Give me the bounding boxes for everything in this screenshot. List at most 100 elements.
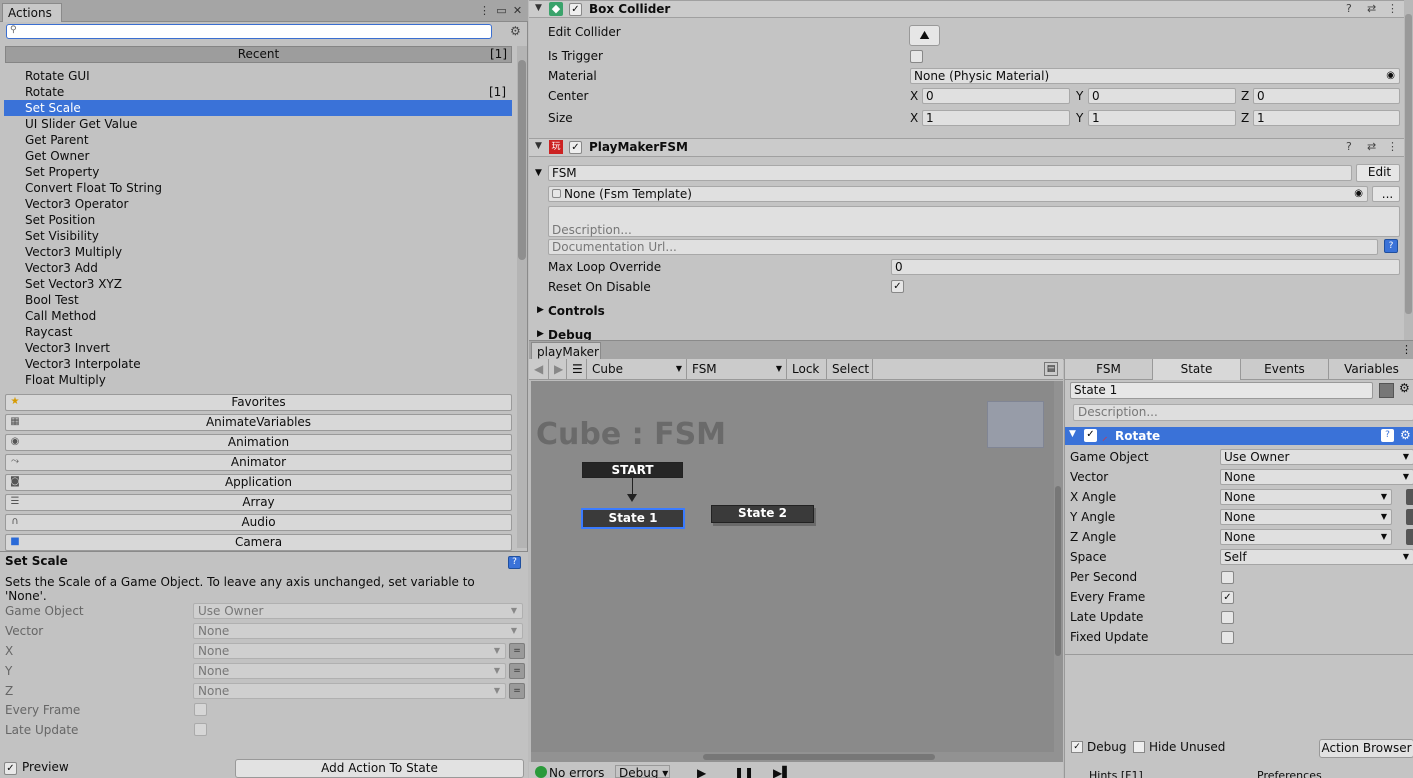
action-browser-button[interactable]: Action Browser: [1319, 739, 1413, 758]
debug-checkbox[interactable]: ✓: [1071, 741, 1083, 753]
fsm-template-field[interactable]: None (Fsm Template) ◉: [548, 186, 1368, 202]
help-icon[interactable]: ?: [1346, 2, 1352, 15]
action-list-item[interactable]: Rotate GUI: [4, 68, 512, 84]
more-vertical-icon[interactable]: ⋮: [1401, 343, 1412, 356]
more-vertical-icon[interactable]: ⋮: [1387, 140, 1398, 153]
category-recent[interactable]: Recent [1]: [5, 46, 512, 63]
action-enabled-checkbox[interactable]: ✓: [1084, 429, 1097, 442]
category-animatevariables[interactable]: ▦ AnimateVariables: [5, 414, 512, 431]
graph-horizontal-scrollbar[interactable]: [531, 752, 1063, 762]
hints-button[interactable]: Hints [F1]: [1089, 769, 1143, 778]
action-field-dropdown[interactable]: None ▼: [1220, 469, 1413, 485]
preview-checkbox[interactable]: ✓: [4, 762, 17, 775]
size-y-field[interactable]: 1: [1088, 110, 1236, 126]
category-application[interactable]: ◙ Application: [5, 474, 512, 491]
action-list-item[interactable]: Set Position: [4, 212, 512, 228]
box-collider-header[interactable]: ▼ ◆ ✓ Box Collider ? ⇄ ⋮: [529, 0, 1413, 18]
foldout-arrow-icon[interactable]: ▼: [535, 141, 542, 151]
action-list-item[interactable]: Vector3 Multiply: [4, 244, 512, 260]
action-search-input[interactable]: [23, 25, 483, 38]
reset-on-disable-checkbox[interactable]: ✓: [891, 280, 904, 293]
action-list-item[interactable]: Vector3 Invert: [4, 340, 512, 356]
action-field-dropdown[interactable]: None ▼: [1220, 529, 1392, 545]
back-icon[interactable]: ◀: [529, 359, 549, 380]
center-y-field[interactable]: 0: [1088, 88, 1236, 104]
debug-dropdown[interactable]: Debug ▾: [615, 765, 670, 778]
action-list-item[interactable]: Vector3 Add: [4, 260, 512, 276]
action-field-dropdown[interactable]: Use Owner ▼: [1220, 449, 1413, 465]
fsm-description-field[interactable]: Description...: [548, 206, 1400, 237]
documentation-url-field[interactable]: Documentation Url...: [548, 239, 1378, 255]
max-loop-field[interactable]: 0: [891, 259, 1400, 275]
category-favorites[interactable]: ★ Favorites: [5, 394, 512, 411]
fsm-name-field[interactable]: FSM: [548, 165, 1352, 181]
object-picker-icon[interactable]: ◉: [1386, 69, 1395, 83]
state-node-2[interactable]: State 2: [711, 505, 814, 523]
fsm-edit-button[interactable]: Edit: [1356, 164, 1400, 182]
action-list-item[interactable]: Get Owner: [4, 148, 512, 164]
center-x-field[interactable]: 0: [922, 88, 1070, 104]
tab-fsm[interactable]: FSM: [1065, 359, 1153, 380]
preset-icon[interactable]: ⇄: [1367, 140, 1376, 153]
action-list-item[interactable]: Rotate [1]: [4, 84, 512, 100]
action-list-item[interactable]: Call Method: [4, 308, 512, 324]
hide-unused-checkbox[interactable]: [1133, 741, 1145, 753]
forward-icon[interactable]: ▶: [549, 359, 567, 380]
more-vertical-icon[interactable]: ⋮: [478, 4, 491, 17]
play-icon[interactable]: ▶: [697, 766, 706, 778]
pause-icon[interactable]: ❚❚: [734, 766, 754, 778]
action-list-item[interactable]: UI Slider Get Value: [4, 116, 512, 132]
category-audio[interactable]: ∩ Audio: [5, 514, 512, 531]
action-field-dropdown[interactable]: None ▼: [1220, 489, 1392, 505]
action-field-dropdown[interactable]: None ▼: [1220, 509, 1392, 525]
box-collider-enabled-checkbox[interactable]: ✓: [569, 3, 582, 16]
lock-button[interactable]: Lock: [787, 359, 827, 380]
object-picker-icon[interactable]: ◉: [1354, 187, 1363, 201]
edit-collider-button[interactable]: ⛰: [909, 25, 940, 46]
action-list-item[interactable]: Set Vector3 XYZ: [4, 276, 512, 292]
minimap-toggle-icon[interactable]: ▤: [1044, 362, 1058, 376]
action-field-dropdown[interactable]: Self ▼: [1220, 549, 1413, 565]
is-trigger-checkbox[interactable]: [910, 50, 923, 63]
playmaker-fsm-header[interactable]: ▼ 玩 ✓ PlayMakerFSM ? ⇄ ⋮: [529, 138, 1413, 157]
foldout-arrow-icon[interactable]: ▼: [535, 3, 542, 13]
size-x-field[interactable]: 1: [922, 110, 1070, 126]
playmaker-enabled-checkbox[interactable]: ✓: [569, 141, 582, 154]
template-more-button[interactable]: ...: [1372, 186, 1400, 202]
category-array[interactable]: ☰ Array: [5, 494, 512, 511]
tab-events[interactable]: Events: [1241, 359, 1329, 380]
action-list-item[interactable]: Set Visibility: [4, 228, 512, 244]
more-vertical-icon[interactable]: ⋮: [1387, 2, 1398, 15]
state-node-1[interactable]: State 1: [581, 508, 685, 529]
scrollbar-thumb[interactable]: [1055, 486, 1061, 656]
action-list-item[interactable]: Float Multiply: [4, 372, 512, 388]
tab-variables[interactable]: Variables: [1329, 359, 1413, 380]
category-camera[interactable]: ■ Camera: [5, 534, 512, 551]
start-event[interactable]: START: [582, 462, 683, 478]
help-icon[interactable]: ?: [508, 556, 521, 569]
gear-icon[interactable]: ⚙: [1400, 428, 1411, 442]
action-list-item[interactable]: Set Scale: [4, 100, 512, 116]
variable-toggle-button[interactable]: [1406, 509, 1413, 525]
maximize-icon[interactable]: ▭: [495, 4, 508, 17]
action-list-item[interactable]: Vector3 Interpolate: [4, 356, 512, 372]
gear-icon[interactable]: ⚙: [510, 24, 521, 38]
action-check-checkbox[interactable]: [1221, 611, 1234, 624]
help-icon[interactable]: ?: [1346, 140, 1352, 153]
controls-foldout[interactable]: Controls: [548, 304, 605, 318]
size-z-field[interactable]: 1: [1253, 110, 1400, 126]
inspector-scrollbar[interactable]: [1404, 0, 1413, 340]
action-check-checkbox[interactable]: [1221, 571, 1234, 584]
material-field[interactable]: None (Physic Material) ◉: [910, 68, 1400, 84]
fsm-foldout-icon[interactable]: ▼: [535, 168, 542, 178]
tab-actions[interactable]: Actions: [2, 3, 62, 22]
scrollbar-thumb[interactable]: [518, 60, 526, 260]
graph-vertical-scrollbar[interactable]: [1054, 381, 1063, 752]
template-checkbox[interactable]: [552, 189, 561, 198]
category-animator[interactable]: ⤳ Animator: [5, 454, 512, 471]
fsm-graph-canvas[interactable]: Cube : FSM START State 1 State 2: [531, 381, 1063, 752]
tab-state[interactable]: State: [1153, 359, 1241, 380]
step-icon[interactable]: ▶▌: [773, 766, 791, 778]
variable-toggle-button[interactable]: [1406, 489, 1413, 505]
menu-icon[interactable]: ☰: [567, 359, 587, 380]
